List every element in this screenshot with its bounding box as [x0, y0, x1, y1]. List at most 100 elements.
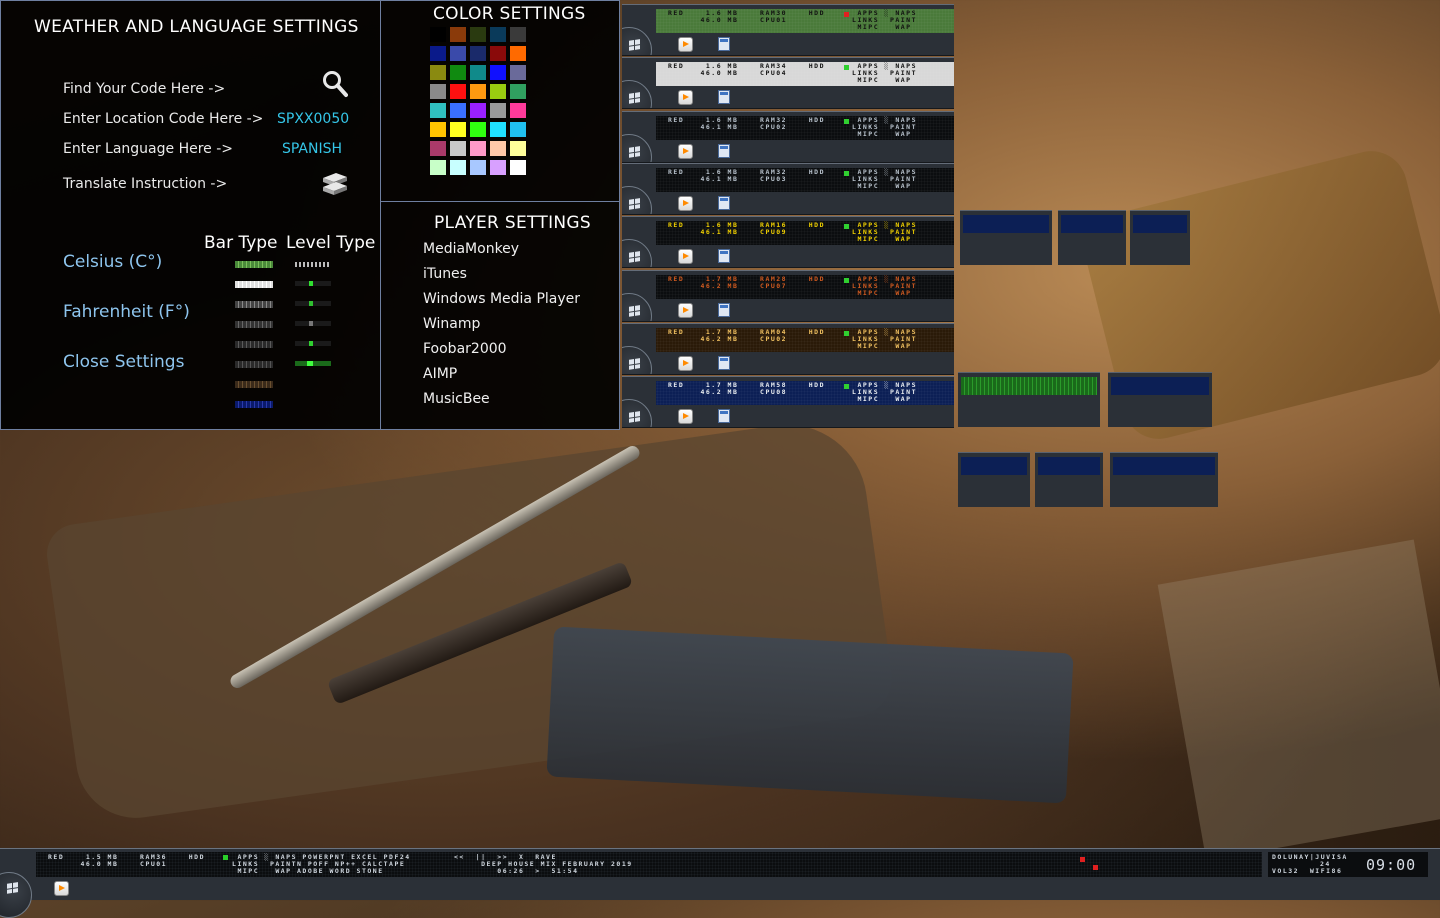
level-type-option[interactable]	[295, 281, 331, 286]
color-swatch[interactable]	[510, 160, 526, 175]
color-swatch[interactable]	[470, 141, 486, 156]
level-type-option[interactable]	[295, 361, 331, 366]
taskbar-preview[interactable]: RED 1.6 MB RAM16 HDD APPS ░ NAPS 46.1 MB…	[622, 216, 954, 268]
celsius-option[interactable]: Celsius (C°)	[63, 252, 162, 272]
color-swatch[interactable]	[430, 27, 446, 42]
level-type-option[interactable]	[295, 321, 331, 326]
translate-instruction-link[interactable]: Translate Instruction ->	[63, 176, 227, 192]
color-swatch[interactable]	[510, 27, 526, 42]
color-swatch[interactable]	[490, 141, 506, 156]
taskbar-preview[interactable]: RED 1.6 MB RAM32 HDD APPS ░ NAPS 46.1 MB…	[622, 163, 954, 215]
taskbar-preview[interactable]: RED 1.7 MB RAM28 HDD APPS ░ NAPS 46.2 MB…	[622, 270, 954, 322]
bar-type-option[interactable]	[235, 361, 273, 368]
calculator-icon[interactable]	[718, 409, 730, 423]
preview-tile[interactable]	[1130, 210, 1190, 265]
windows-start-icon[interactable]	[622, 27, 652, 55]
color-swatch[interactable]	[450, 27, 466, 42]
color-swatch[interactable]	[470, 160, 486, 175]
bar-type-option[interactable]	[235, 301, 273, 308]
player-foobar2000[interactable]: Foobar2000	[423, 341, 507, 357]
media-player-icon[interactable]	[678, 196, 693, 211]
color-swatch[interactable]	[510, 84, 526, 99]
calculator-icon[interactable]	[718, 249, 730, 263]
taskbar-preview[interactable]: RED 1.6 MB RAM32 HDD APPS ░ NAPS 46.1 MB…	[622, 111, 954, 163]
color-swatch[interactable]	[450, 84, 466, 99]
media-player-icon[interactable]	[54, 881, 69, 896]
player-mediamonkey[interactable]: MediaMonkey	[423, 241, 519, 257]
color-swatch[interactable]	[470, 27, 486, 42]
windows-start-icon[interactable]	[622, 134, 652, 162]
location-code-input[interactable]: SPXX0050	[277, 111, 349, 127]
media-player-icon[interactable]	[678, 409, 693, 424]
windows-start-icon[interactable]	[622, 186, 652, 214]
color-swatch[interactable]	[470, 65, 486, 80]
color-swatch[interactable]	[450, 46, 466, 61]
bar-type-option[interactable]	[235, 341, 273, 348]
preview-tile[interactable]	[958, 452, 1030, 507]
taskbar-preview[interactable]: RED 1.6 MB RAM30 HDD APPS ░ NAPS 46.0 MB…	[622, 4, 954, 56]
player-musicbee[interactable]: MusicBee	[423, 391, 490, 407]
calculator-icon[interactable]	[718, 37, 730, 51]
player-aimp[interactable]: AIMP	[423, 366, 457, 382]
windows-start-icon[interactable]	[622, 239, 652, 267]
color-swatch[interactable]	[490, 65, 506, 80]
color-swatch[interactable]	[510, 65, 526, 80]
calculator-icon[interactable]	[718, 356, 730, 370]
color-swatch[interactable]	[430, 141, 446, 156]
preview-tile[interactable]	[1058, 210, 1126, 265]
color-swatch[interactable]	[490, 84, 506, 99]
color-swatch[interactable]	[430, 84, 446, 99]
color-swatch[interactable]	[470, 46, 486, 61]
color-swatch[interactable]	[510, 141, 526, 156]
level-type-option[interactable]	[295, 301, 331, 306]
color-swatch[interactable]	[430, 65, 446, 80]
color-swatch[interactable]	[450, 103, 466, 118]
media-player-icon[interactable]	[678, 356, 693, 371]
books-icon[interactable]	[320, 170, 350, 200]
close-settings-button[interactable]: Close Settings	[63, 352, 184, 372]
level-type-option[interactable]	[295, 341, 331, 346]
calculator-icon[interactable]	[718, 90, 730, 104]
bar-type-option[interactable]	[235, 261, 273, 268]
calculator-icon[interactable]	[718, 303, 730, 317]
color-swatch[interactable]	[490, 122, 506, 137]
color-swatch[interactable]	[490, 27, 506, 42]
color-swatch[interactable]	[430, 46, 446, 61]
windows-start-icon[interactable]	[622, 346, 652, 374]
bar-type-option[interactable]	[235, 401, 273, 408]
taskbar-preview[interactable]: RED 1.7 MB RAM04 HDD APPS ░ NAPS 46.2 MB…	[622, 323, 954, 375]
windows-start-icon[interactable]	[622, 80, 652, 108]
player-winamp[interactable]: Winamp	[423, 316, 480, 332]
color-swatch[interactable]	[450, 65, 466, 80]
bar-type-option[interactable]	[235, 321, 273, 328]
search-icon[interactable]	[322, 70, 348, 98]
find-code-link[interactable]: Find Your Code Here ->	[63, 81, 225, 97]
windows-start-icon[interactable]	[622, 293, 652, 321]
color-swatch[interactable]	[450, 160, 466, 175]
media-player-icon[interactable]	[678, 90, 693, 105]
bar-type-option[interactable]	[235, 381, 273, 388]
color-swatch[interactable]	[510, 46, 526, 61]
preview-tile[interactable]	[958, 372, 1100, 427]
taskbar-preview[interactable]: RED 1.6 MB RAM34 HDD APPS ░ NAPS 46.0 MB…	[622, 57, 954, 109]
player-itunes[interactable]: iTunes	[423, 266, 467, 282]
color-swatch[interactable]	[510, 103, 526, 118]
preview-tile[interactable]	[1108, 372, 1212, 427]
color-swatch[interactable]	[470, 122, 486, 137]
fahrenheit-option[interactable]: Fahrenheit (F°)	[63, 302, 190, 322]
color-swatch[interactable]	[450, 122, 466, 137]
color-swatch[interactable]	[430, 122, 446, 137]
color-swatch[interactable]	[470, 84, 486, 99]
media-player-icon[interactable]	[678, 303, 693, 318]
bar-type-option[interactable]	[235, 281, 273, 288]
media-player-icon[interactable]	[678, 249, 693, 264]
color-swatch[interactable]	[490, 160, 506, 175]
level-type-option[interactable]	[295, 262, 331, 267]
language-input[interactable]: SPANISH	[282, 141, 342, 157]
media-player-icon[interactable]	[678, 144, 693, 159]
windows-start-icon[interactable]	[622, 399, 652, 427]
color-swatch[interactable]	[450, 141, 466, 156]
calculator-icon[interactable]	[718, 144, 730, 158]
media-player-icon[interactable]	[678, 37, 693, 52]
color-swatch[interactable]	[510, 122, 526, 137]
